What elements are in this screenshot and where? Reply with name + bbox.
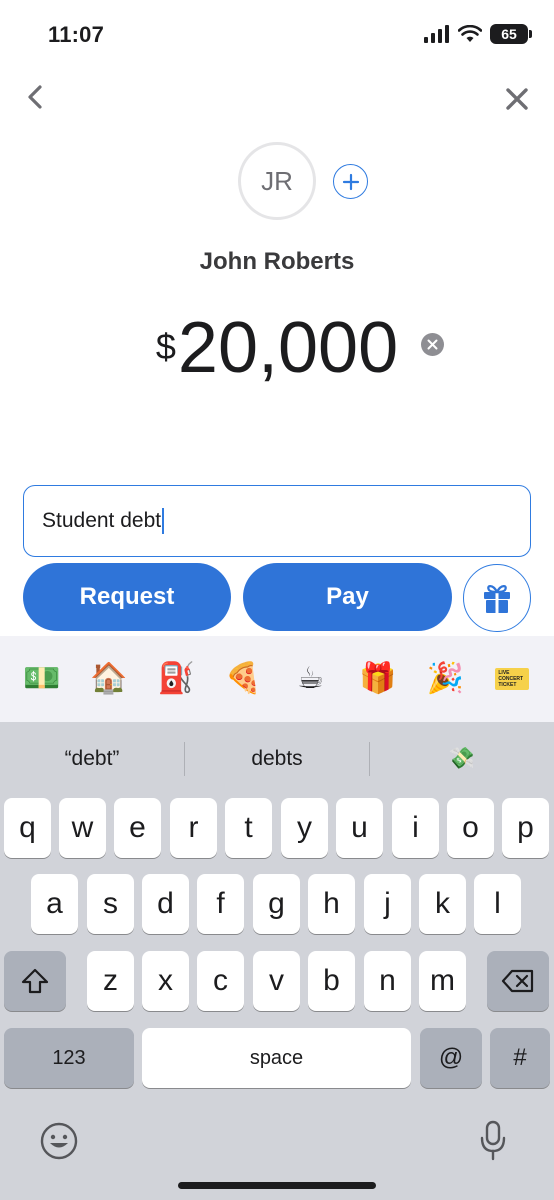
pizza-emoji-icon[interactable]: 🍕 [221, 657, 265, 701]
recipient-name: John Roberts [199, 248, 355, 275]
key-t[interactable]: t [225, 798, 272, 858]
key-u[interactable]: u [336, 798, 383, 858]
key-y[interactable]: y [281, 798, 328, 858]
text-cursor [162, 508, 165, 534]
money-emoji-icon[interactable]: 💵 [20, 657, 64, 701]
battery-icon: 65 [490, 24, 532, 44]
key-a[interactable]: a [31, 874, 78, 934]
key-j[interactable]: j [364, 874, 411, 934]
close-button[interactable] [500, 82, 534, 116]
gift-button[interactable] [463, 564, 531, 632]
shift-key[interactable] [4, 951, 66, 1011]
key-c[interactable]: c [197, 951, 244, 1011]
space-key[interactable]: space [142, 1028, 411, 1088]
key-v[interactable]: v [253, 951, 300, 1011]
dictation-button[interactable] [474, 1118, 512, 1164]
key-h[interactable]: h [308, 874, 355, 934]
suggestion-word[interactable]: debts [185, 747, 369, 771]
clear-amount-button[interactable] [421, 333, 444, 356]
suggestion-emoji[interactable]: 💸 [370, 747, 554, 771]
key-k[interactable]: k [419, 874, 466, 934]
key-z[interactable]: z [87, 951, 134, 1011]
back-button[interactable] [20, 80, 50, 114]
key-l[interactable]: l [474, 874, 521, 934]
close-icon [506, 88, 528, 110]
key-o[interactable]: o [447, 798, 494, 858]
emoji-keyboard-button[interactable] [38, 1120, 80, 1162]
avatar[interactable]: JR [238, 142, 316, 220]
request-button[interactable]: Request [23, 563, 231, 631]
cellular-signal-icon [424, 25, 449, 43]
backspace-icon [501, 969, 534, 993]
keyboard: “debt” debts 💸 q w e r t y u i o p a s d… [0, 722, 554, 1200]
key-w[interactable]: w [59, 798, 106, 858]
delete-key[interactable] [487, 951, 549, 1011]
add-recipient-button[interactable] [333, 164, 368, 199]
plus-icon [342, 173, 359, 190]
key-d[interactable]: d [142, 874, 189, 934]
key-s[interactable]: s [87, 874, 134, 934]
amount-value: 20,000 [177, 308, 399, 388]
coffee-emoji-icon[interactable]: ☕ [289, 657, 333, 701]
at-key[interactable]: @ [420, 1028, 482, 1088]
numbers-key[interactable]: 123 [4, 1028, 134, 1088]
hash-key[interactable]: # [490, 1028, 550, 1088]
currency-symbol: $ [155, 326, 176, 367]
house-emoji-icon[interactable]: 🏠 [87, 657, 131, 701]
key-f[interactable]: f [197, 874, 244, 934]
chevron-left-icon [28, 85, 42, 109]
key-n[interactable]: n [364, 951, 411, 1011]
home-indicator[interactable] [178, 1182, 376, 1189]
key-x[interactable]: x [142, 951, 189, 1011]
suggestion-literal[interactable]: “debt” [0, 747, 184, 771]
clear-icon [427, 339, 438, 350]
ticket-sticker: LIVE CONCERT TICKET [495, 668, 530, 690]
fuel-pump-emoji-icon[interactable]: ⛽ [154, 657, 198, 701]
wifi-icon [458, 25, 482, 42]
predictive-bar: “debt” debts 💸 [0, 722, 554, 796]
key-p[interactable]: p [502, 798, 549, 858]
pay-button[interactable]: Pay [243, 563, 452, 631]
concert-ticket-icon[interactable]: LIVE CONCERT TICKET [490, 657, 534, 701]
note-value: Student debt [42, 509, 162, 532]
emoji-suggestion-strip: 💵 🏠 ⛽ 🍕 ☕ 🎁 🎉 LIVE CONCERT TICKET [0, 636, 554, 722]
status-icons: 65 [424, 24, 532, 44]
amount-display: $ 20,000 [0, 312, 554, 384]
microphone-icon [480, 1120, 506, 1161]
gift-icon [484, 585, 510, 613]
key-e[interactable]: e [114, 798, 161, 858]
key-g[interactable]: g [253, 874, 300, 934]
key-q[interactable]: q [4, 798, 51, 858]
note-input[interactable]: Student debt [23, 485, 531, 557]
key-i[interactable]: i [392, 798, 439, 858]
key-b[interactable]: b [308, 951, 355, 1011]
gift-emoji-icon[interactable]: 🎁 [356, 657, 400, 701]
key-r[interactable]: r [170, 798, 217, 858]
shift-icon [21, 968, 49, 994]
party-popper-emoji-icon[interactable]: 🎉 [423, 657, 467, 701]
key-m[interactable]: m [419, 951, 466, 1011]
status-time: 11:07 [48, 22, 105, 47]
emoji-face-icon [40, 1122, 78, 1160]
